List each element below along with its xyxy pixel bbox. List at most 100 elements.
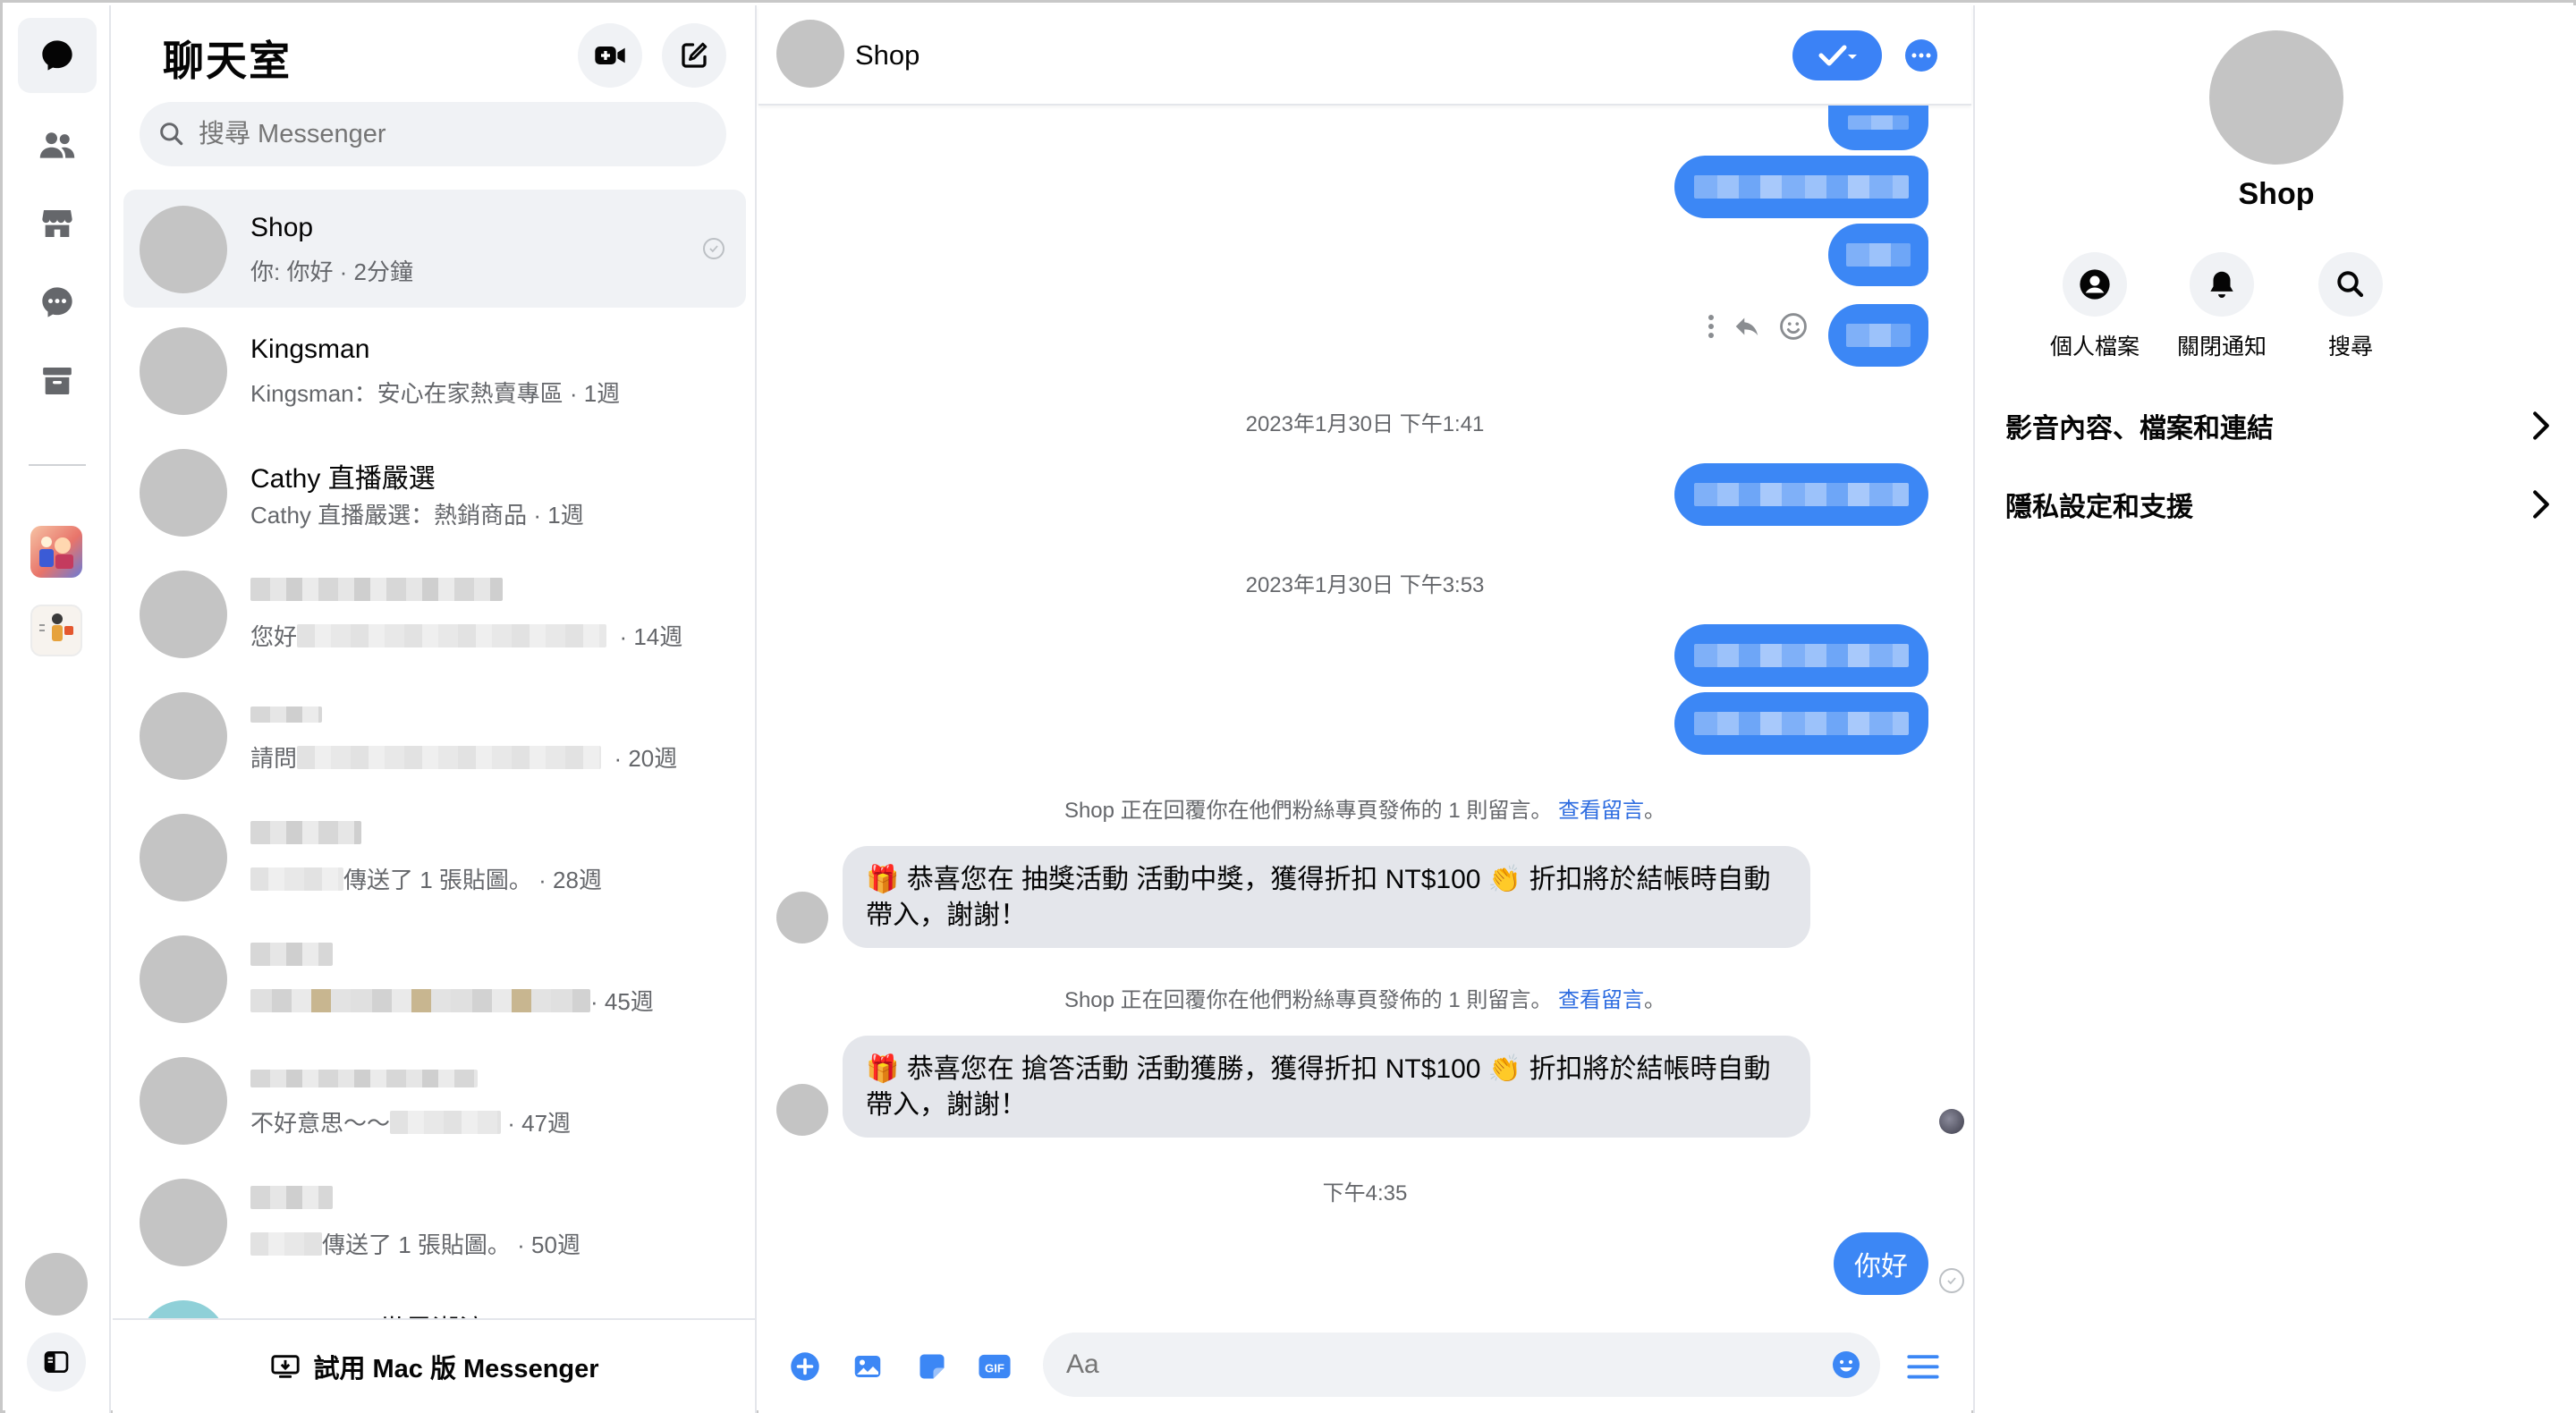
outgoing-message[interactable]	[1828, 224, 1928, 286]
read-receipt-avatar	[1939, 1109, 1964, 1134]
chat-list-panel: 聊天室 Shop 你: 你好 · 2分鐘 Kingsman Kingsman：安…	[113, 5, 757, 1413]
chat-name-redacted	[250, 1064, 478, 1095]
avatar	[140, 206, 227, 293]
search-conversation-button[interactable]: 搜尋	[2288, 252, 2413, 361]
chat-preview: 傳送了 1 張貼圖。 · 28週	[250, 862, 602, 895]
try-mac-app-label: 試用 Mac 版 Messenger	[313, 1355, 599, 1383]
sticker-button[interactable]	[914, 1349, 950, 1384]
outgoing-message[interactable]	[1828, 304, 1928, 367]
outgoing-message[interactable]	[1674, 692, 1928, 755]
outgoing-message[interactable]	[1828, 106, 1928, 150]
avatar	[776, 1084, 828, 1136]
more-actions-button[interactable]	[787, 1349, 823, 1384]
plus-circle-icon	[791, 1352, 819, 1381]
view-comment-link[interactable]: 查看留言	[1558, 799, 1644, 823]
timestamp: 2023年1月30日 下午3:53	[1245, 573, 1485, 597]
conversation-name[interactable]: Shop	[855, 39, 919, 72]
media-files-links-row[interactable]: 影音內容、檔案和連結	[2005, 397, 2551, 454]
incoming-message[interactable]: 🎁 恭喜您在 抽獎活動 活動中獎，獲得折扣 NT$100 👏 折扣將於結帳時自動…	[843, 846, 1810, 948]
page-title: 聊天室	[163, 38, 292, 84]
message-input[interactable]	[1066, 1350, 1800, 1380]
conversation-header: Shop	[758, 5, 1971, 106]
profile-button[interactable]: 個人檔案	[2032, 252, 2157, 361]
conversation-info-button[interactable]	[1905, 39, 1937, 72]
avatar[interactable]	[2209, 30, 2343, 165]
page-thumbnail-icon	[39, 537, 73, 569]
avatar	[140, 449, 227, 537]
bell-icon	[2210, 271, 2233, 299]
search-input[interactable]	[199, 119, 699, 149]
rail-requests-button[interactable]	[18, 265, 97, 340]
svg-text:GIF: GIF	[985, 1362, 1004, 1375]
chat-item-redacted[interactable]: 不好意思～～ · 47週	[123, 1041, 746, 1159]
chat-name: Kingsman	[250, 334, 370, 364]
chat-preview: · 45週	[250, 984, 654, 1017]
gif-button[interactable]: GIF	[977, 1349, 1013, 1384]
message-actions	[1707, 311, 1809, 342]
rail-divider	[29, 464, 86, 466]
chat-name-redacted	[250, 699, 322, 730]
outgoing-message[interactable]	[1674, 463, 1928, 526]
rail-chats-button[interactable]	[18, 18, 97, 93]
gift-icon: 🎁	[866, 865, 900, 894]
chat-item-redacted[interactable]: · 45週	[123, 919, 746, 1037]
rail-people-button[interactable]	[18, 107, 97, 182]
mark-done-button[interactable]	[1792, 30, 1882, 80]
avatar	[140, 935, 227, 1023]
chat-item-redacted[interactable]: 請問 · 20週	[123, 676, 746, 794]
sent-check-icon	[1939, 1268, 1964, 1293]
timestamp: 2023年1月30日 下午1:41	[1245, 412, 1485, 436]
attach-photo-button[interactable]	[850, 1349, 886, 1384]
more-vertical-icon[interactable]	[1707, 313, 1716, 340]
try-mac-app-button[interactable]: 試用 Mac 版 Messenger	[113, 1318, 755, 1413]
search-bar[interactable]	[140, 102, 726, 166]
chat-bubble-icon	[42, 40, 72, 71]
chat-item-redacted[interactable]: 您好 · 14週	[123, 554, 746, 673]
privacy-support-row[interactable]: 隱私設定和支援	[2005, 476, 2551, 533]
mute-notifications-button[interactable]: 關閉通知	[2159, 252, 2284, 361]
chat-item-cathy[interactable]: Cathy 直播嚴選 Cathy 直播嚴選：熱銷商品 · 1週	[123, 433, 746, 551]
chat-item-shop[interactable]: Shop 你: 你好 · 2分鐘	[123, 190, 746, 308]
profile-icon	[2080, 269, 2110, 300]
react-emoji-icon[interactable]	[1778, 311, 1809, 342]
page-shortcut-1[interactable]	[30, 526, 82, 578]
app-window: 聊天室 Shop 你: 你好 · 2分鐘 Kingsman Kingsman：安…	[0, 0, 2576, 1413]
conversation-panel: Shop 2023年1月30日 下午1:41 2023年1月30日 下午3:53…	[758, 5, 1971, 1413]
avatar	[140, 692, 227, 780]
rail-archive-button[interactable]	[18, 343, 97, 419]
sidebar-toggle-icon	[44, 1351, 69, 1373]
gif-icon: GIF	[979, 1354, 1011, 1379]
new-message-button[interactable]	[662, 23, 726, 88]
info-name: Shop	[2238, 177, 2315, 211]
my-avatar[interactable]	[25, 1253, 88, 1316]
menu-button[interactable]	[1905, 1349, 1941, 1384]
outgoing-message[interactable]: 你好	[1834, 1232, 1928, 1295]
chat-preview: Kingsman：安心在家熱賣專區 · 1週	[250, 380, 621, 407]
page-shortcut-2[interactable]	[30, 605, 82, 656]
view-comment-link[interactable]: 查看留言	[1558, 988, 1644, 1012]
chat-item-redacted[interactable]: 傳送了 1 張貼圖。 · 28週	[123, 798, 746, 916]
more-dots-icon	[1911, 53, 1931, 58]
system-message: Shop 正在回覆你在他們粉絲專頁發佈的 1 則留言。 查看留言。	[1063, 988, 1666, 1012]
emoji-icon[interactable]	[1830, 1349, 1862, 1381]
outgoing-message[interactable]	[1674, 624, 1928, 687]
avatar	[140, 571, 227, 658]
toggle-sidebar-button[interactable]	[27, 1333, 86, 1392]
incoming-message[interactable]: 🎁 恭喜您在 搶答活動 活動獲勝，獲得折扣 NT$100 👏 折扣將於結帳時自動…	[843, 1036, 1810, 1138]
new-video-call-button[interactable]	[578, 23, 642, 88]
message-input-box[interactable]	[1043, 1333, 1880, 1397]
outgoing-message[interactable]	[1674, 156, 1928, 218]
conversation-info-panel: Shop 個人檔案 關閉通知 搜尋 影音內容、檔案和連結 隱私設定和支援	[1973, 5, 2576, 1413]
timestamp: 下午4:35	[1322, 1181, 1408, 1206]
chat-item-redacted[interactable]: 傳送了 1 張貼圖。 · 50週	[123, 1163, 746, 1281]
avatar	[140, 327, 227, 415]
reply-icon[interactable]	[1732, 313, 1762, 340]
avatar	[140, 1057, 227, 1145]
chat-item-kingsman[interactable]: Kingsman Kingsman：安心在家熱賣專區 · 1週	[123, 311, 746, 429]
rail-marketplace-button[interactable]	[18, 186, 97, 261]
clap-icon: 👏	[1487, 865, 1522, 894]
people-icon	[39, 132, 75, 158]
avatar[interactable]	[776, 20, 844, 88]
desktop-download-icon	[270, 1351, 301, 1382]
composer: GIF	[758, 1316, 1971, 1413]
